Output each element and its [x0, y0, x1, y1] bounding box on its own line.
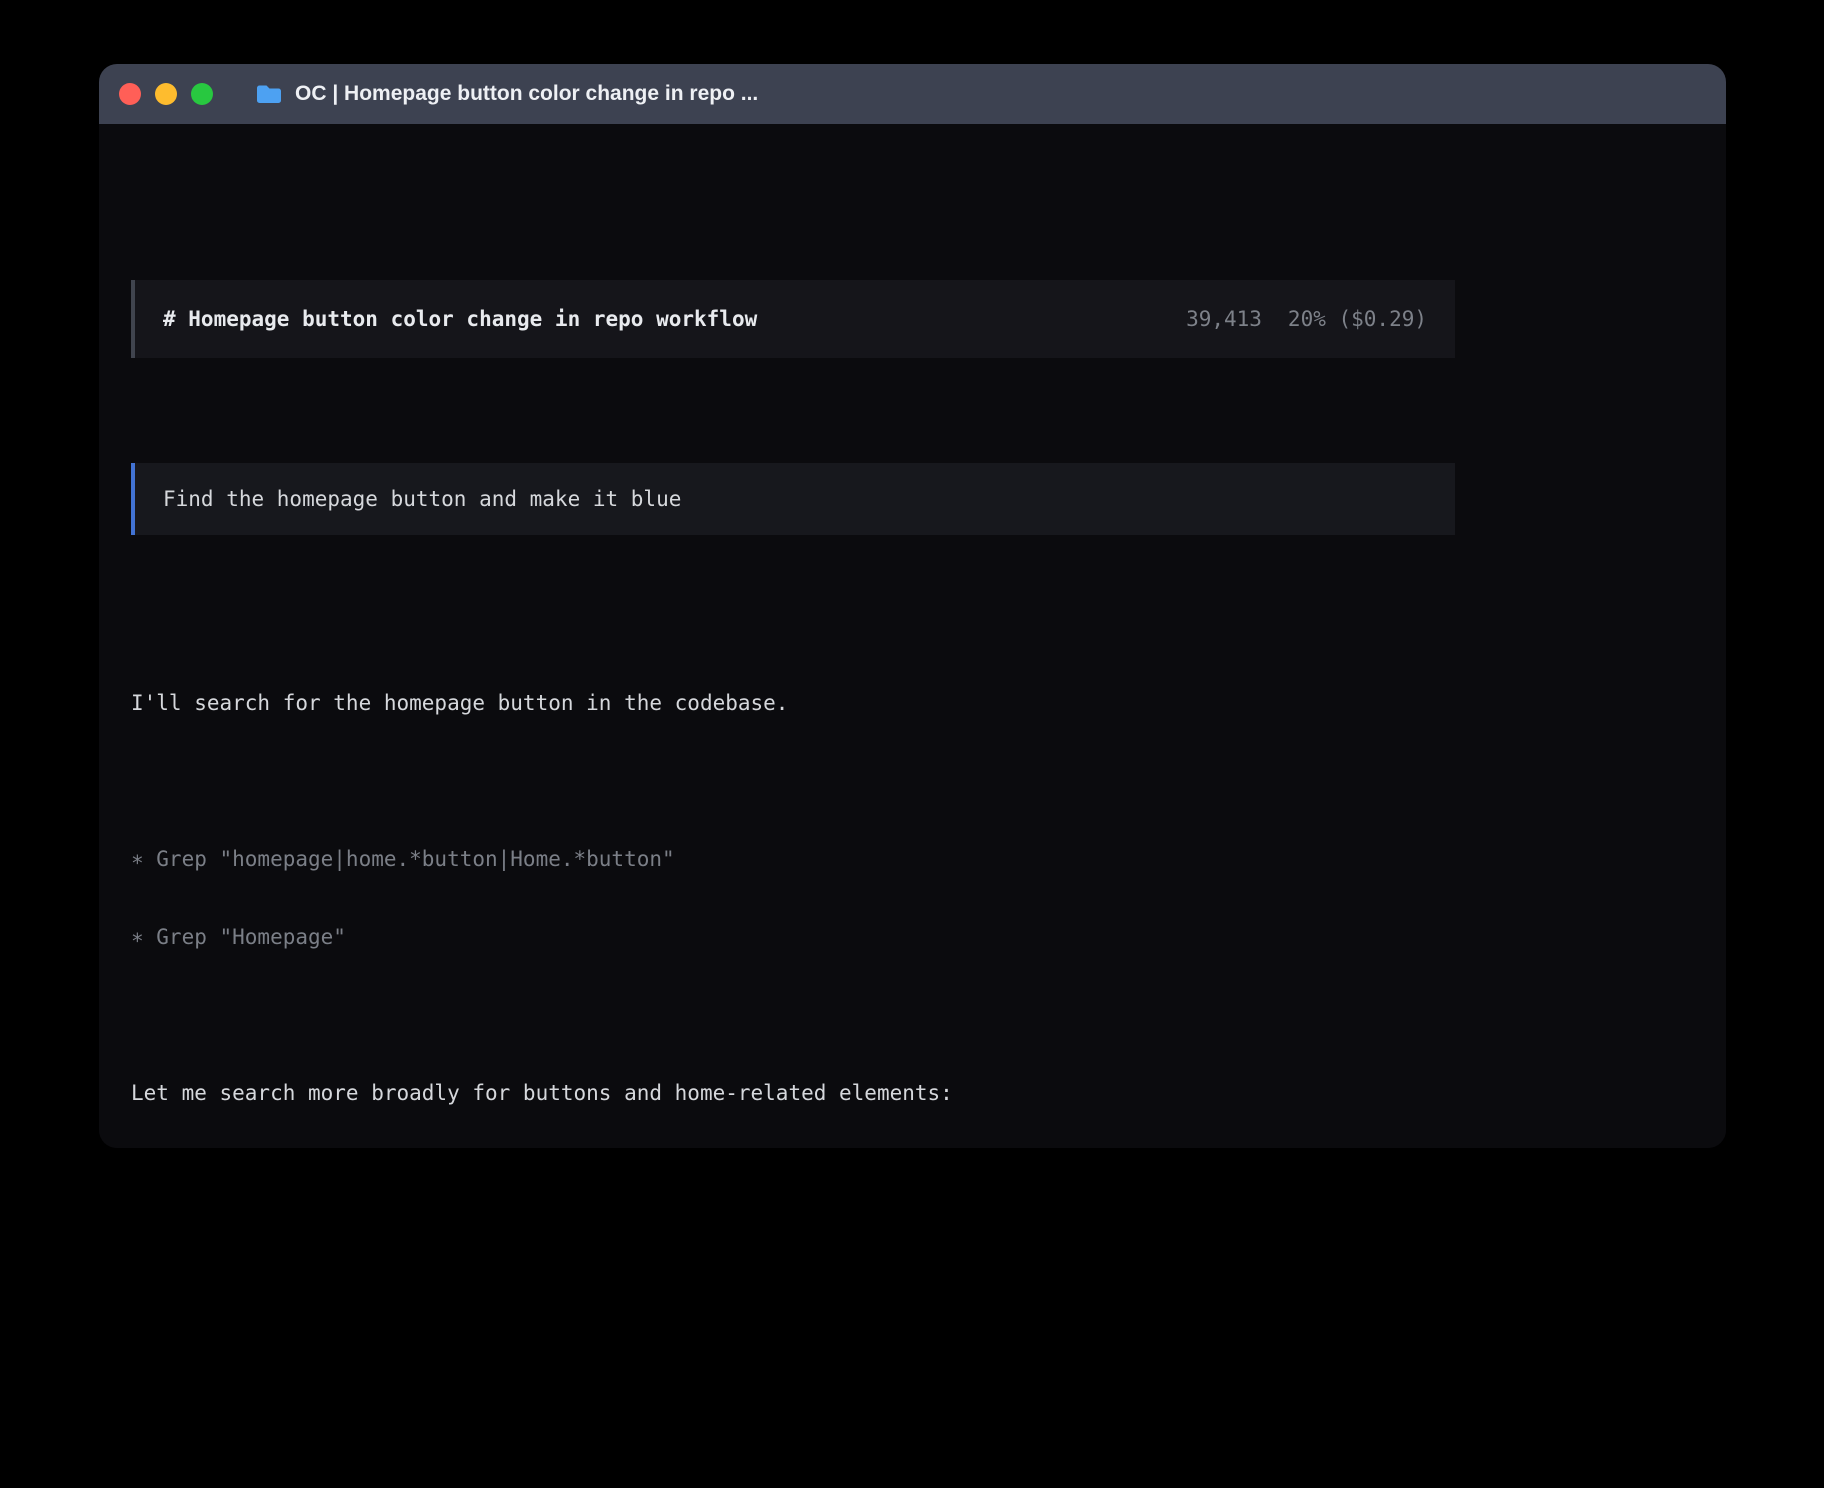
traffic-lights: [119, 83, 213, 105]
folder-icon: [255, 83, 283, 105]
transcript: I'll search for the homepage button in t…: [131, 638, 1371, 1148]
terminal-window: OC | Homepage button color change in rep…: [99, 64, 1726, 1148]
tool-call-line: ∗ Grep "homepage|home.*button|Home.*butt…: [131, 846, 1371, 872]
minimize-button[interactable]: [155, 83, 177, 105]
token-count: 39,413: [1186, 306, 1262, 332]
user-message-text: Find the homepage button and make it blu…: [163, 486, 681, 512]
session-stats: 39,413 20% ($0.29): [1186, 306, 1427, 332]
assistant-text-line: I'll search for the homepage button in t…: [131, 690, 1371, 716]
assistant-text-line: Let me search more broadly for buttons a…: [131, 1080, 1371, 1106]
window-title: OC | Homepage button color change in rep…: [295, 82, 758, 106]
terminal-content: # Homepage button color change in repo w…: [99, 124, 1726, 1148]
session-header: # Homepage button color change in repo w…: [131, 280, 1455, 358]
session-title: # Homepage button color change in repo w…: [163, 306, 757, 332]
tool-call-line: ∗ Grep "Homepage": [131, 924, 1371, 950]
context-usage: 20% ($0.29): [1288, 306, 1427, 332]
titlebar[interactable]: OC | Homepage button color change in rep…: [99, 64, 1726, 124]
zoom-button[interactable]: [191, 83, 213, 105]
close-button[interactable]: [119, 83, 141, 105]
user-message: Find the homepage button and make it blu…: [131, 463, 1455, 535]
